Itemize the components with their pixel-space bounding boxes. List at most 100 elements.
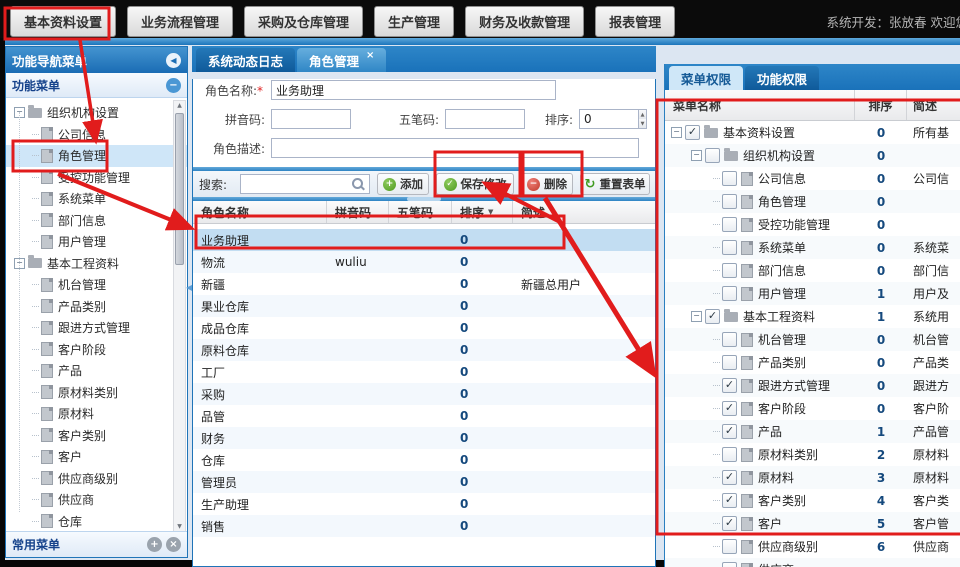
permission-tree-row[interactable]: 供应商级别6供应商 <box>665 535 960 558</box>
permission-checkbox[interactable]: ✓ <box>722 378 737 393</box>
table-row[interactable]: 仓库0 <box>193 449 655 471</box>
tree-expander-icon[interactable]: − <box>671 127 682 138</box>
permission-tree-row[interactable]: −✓基本工程资料1系统用 <box>665 305 960 328</box>
sidebar-item[interactable]: 跟进方式管理 <box>6 317 187 339</box>
sidebar-item[interactable]: 公司信息 <box>6 124 187 146</box>
sidebar-item[interactable]: 机台管理 <box>6 274 187 296</box>
permission-tree-row[interactable]: 角色管理0 <box>665 190 960 213</box>
toolbar-button-0[interactable]: +添加 <box>377 173 429 195</box>
tab-系统动态日志[interactable]: 系统动态日志 <box>196 48 295 72</box>
column-header-2[interactable]: 五笔码 <box>389 201 452 223</box>
sidebar-item[interactable]: 原材料 <box>6 403 187 425</box>
column-header-4[interactable]: 简述 <box>513 201 655 223</box>
toolbar-button-2[interactable]: −删除 <box>521 173 573 195</box>
table-row[interactable]: 品管0 <box>193 405 655 427</box>
table-row[interactable]: 果业仓库0 <box>193 295 655 317</box>
permission-column-header-2[interactable]: 简述 <box>907 90 960 120</box>
sidebar-item[interactable]: 系统菜单 <box>6 188 187 210</box>
sidebar-item[interactable]: 产品 <box>6 360 187 382</box>
sidebar-item[interactable]: 客户阶段 <box>6 339 187 361</box>
sidebar-item[interactable]: 客户类别 <box>6 425 187 447</box>
top-menu-item-4[interactable]: 财务及收款管理 <box>465 6 584 37</box>
close-tab-icon[interactable]: × <box>366 50 374 61</box>
permission-checkbox[interactable] <box>722 240 737 255</box>
permission-checkbox[interactable] <box>722 286 737 301</box>
permission-tree-row[interactable]: 用户管理1用户及 <box>665 282 960 305</box>
permission-tree-row[interactable]: 供应商 <box>665 558 960 567</box>
permission-checkbox[interactable] <box>722 217 737 232</box>
permission-tree-row[interactable]: −组织机构设置0 <box>665 144 960 167</box>
tab-功能权限[interactable]: 功能权限 <box>745 66 819 90</box>
permission-checkbox[interactable]: ✓ <box>722 401 737 416</box>
toolbar-button-3[interactable]: ↻重置表单 <box>580 173 650 195</box>
spin-down-icon[interactable]: ▼ <box>639 119 646 128</box>
sidebar-item[interactable]: −组织机构设置 <box>6 102 187 124</box>
column-header-0[interactable]: 角色名称 <box>193 201 327 223</box>
top-menu-item-3[interactable]: 生产管理 <box>374 6 454 37</box>
permission-checkbox[interactable]: ✓ <box>685 125 700 140</box>
permission-checkbox[interactable]: ✓ <box>722 470 737 485</box>
sidebar-item[interactable]: 供应商级别 <box>6 468 187 490</box>
table-row[interactable]: 成品仓库0 <box>193 317 655 339</box>
toolbar-button-1[interactable]: ✓保存修改 <box>436 173 514 195</box>
permission-tree-row[interactable]: ✓跟进方式管理0跟进方 <box>665 374 960 397</box>
tree-expander-icon[interactable]: − <box>691 311 702 322</box>
permission-tree-row[interactable]: 机台管理0机台管 <box>665 328 960 351</box>
permission-checkbox[interactable]: ✓ <box>705 309 720 324</box>
sidebar-item[interactable]: 仓库 <box>6 511 187 533</box>
sidebar-scrollbar[interactable]: ▲ ▼ <box>173 100 186 532</box>
pinyin-input[interactable] <box>271 109 351 129</box>
permission-tree-row[interactable]: 系统菜单0系统菜 <box>665 236 960 259</box>
permission-tree-row[interactable]: 原材料类别2原材料 <box>665 443 960 466</box>
permission-tree-row[interactable]: ✓客户类别4客户类 <box>665 489 960 512</box>
table-row[interactable]: 销售0 <box>193 515 655 537</box>
collapse-section-icon[interactable]: − <box>166 78 181 93</box>
sidebar-item[interactable]: −基本工程资料 <box>6 253 187 275</box>
table-row[interactable]: 采购0 <box>193 383 655 405</box>
permission-checkbox[interactable] <box>722 194 737 209</box>
sidebar-item[interactable]: 供应商 <box>6 489 187 511</box>
sidebar-item[interactable]: 客户 <box>6 446 187 468</box>
permission-checkbox[interactable] <box>722 332 737 347</box>
scrollbar-thumb[interactable] <box>175 113 184 265</box>
permission-tree-row[interactable]: 部门信息0部门信 <box>665 259 960 282</box>
top-menu-item-5[interactable]: 报表管理 <box>595 6 675 37</box>
top-menu-item-0[interactable]: 基本资料设置 <box>10 6 116 37</box>
permission-checkbox[interactable]: ✓ <box>722 424 737 439</box>
sidebar-item[interactable]: 产品类别 <box>6 296 187 318</box>
sidebar-item[interactable]: 角色管理 <box>6 145 187 167</box>
collapse-sidebar-icon[interactable]: ◀ <box>166 53 181 68</box>
permission-checkbox[interactable]: ✓ <box>722 516 737 531</box>
table-row[interactable]: 工厂0 <box>193 361 655 383</box>
permission-tree-row[interactable]: 受控功能管理0 <box>665 213 960 236</box>
permission-tree-row[interactable]: −✓基本资料设置0所有基 <box>665 121 960 144</box>
column-header-1[interactable]: 拼音码 <box>327 201 389 223</box>
top-menu-item-2[interactable]: 采购及仓库管理 <box>244 6 363 37</box>
wubi-input[interactable] <box>445 109 525 129</box>
table-row[interactable]: 生产助理0 <box>193 493 655 515</box>
tab-菜单权限[interactable]: 菜单权限 <box>669 66 743 90</box>
sidebar-item[interactable]: 用户管理 <box>6 231 187 253</box>
scroll-up-icon[interactable]: ▲ <box>174 102 185 109</box>
table-row[interactable]: 原料仓库0 <box>193 339 655 361</box>
permission-tree-row[interactable]: ✓产品1产品管 <box>665 420 960 443</box>
permission-checkbox[interactable] <box>722 539 737 554</box>
permission-checkbox[interactable] <box>722 562 737 567</box>
sidebar-item[interactable]: 受控功能管理 <box>6 167 187 189</box>
permission-checkbox[interactable]: ✓ <box>722 493 737 508</box>
role-name-input[interactable] <box>271 80 556 100</box>
table-row[interactable]: 新疆0新疆总用户 <box>193 273 655 295</box>
permission-tree-row[interactable]: 产品类别0产品类 <box>665 351 960 374</box>
table-row[interactable]: 物流wuliu0 <box>193 251 655 273</box>
permission-column-header-0[interactable]: 菜单名称 <box>665 90 855 120</box>
column-header-3[interactable]: 排序▼ <box>452 201 513 223</box>
sidebar-item[interactable]: 原材料类别 <box>6 382 187 404</box>
permission-checkbox[interactable] <box>722 355 737 370</box>
permission-checkbox[interactable] <box>722 263 737 278</box>
search-icon[interactable] <box>352 178 363 189</box>
spin-up-icon[interactable]: ▲ <box>639 110 646 119</box>
permission-tree-row[interactable]: 公司信息0公司信 <box>665 167 960 190</box>
top-menu-item-1[interactable]: 业务流程管理 <box>127 6 233 37</box>
permission-column-header-1[interactable]: 排序 <box>855 90 907 120</box>
permission-tree-row[interactable]: ✓原材料3原材料 <box>665 466 960 489</box>
